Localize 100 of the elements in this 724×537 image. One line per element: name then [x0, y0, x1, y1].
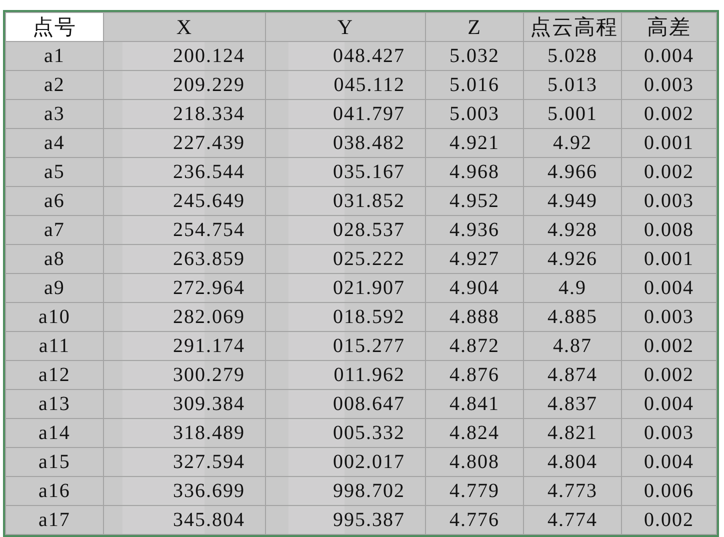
- table-cell: 4.821: [524, 418, 622, 448]
- table-cell: 0.008: [622, 216, 716, 244]
- table-cell: 4.841: [426, 390, 524, 418]
- table-cell: 5.013: [524, 70, 622, 100]
- table-cell: 4.928: [524, 216, 622, 244]
- table-cell: 0.003: [622, 70, 716, 100]
- table-cell: 0.002: [622, 360, 716, 390]
- table-cell: 4.9: [524, 274, 622, 302]
- table-cell: 4.921: [426, 128, 524, 158]
- table-cell: 035.167: [266, 158, 426, 186]
- table-cell: a17: [6, 506, 104, 534]
- table-cell: 0.002: [622, 332, 716, 360]
- table-cell: 4.872: [426, 332, 524, 360]
- table-cell: 4.837: [524, 390, 622, 418]
- table-cell: a12: [6, 360, 104, 390]
- table-cell: 4.927: [426, 244, 524, 274]
- table-cell: 021.907: [266, 274, 426, 302]
- table-cell: 0.003: [622, 418, 716, 448]
- table-cell: 015.277: [266, 332, 426, 360]
- table-cell: 4.874: [524, 360, 622, 390]
- column-header[interactable]: 点云高程: [524, 12, 622, 42]
- table-cell: 4.87: [524, 332, 622, 360]
- table-cell: 4.773: [524, 476, 622, 506]
- table-cell: 4.968: [426, 158, 524, 186]
- table-cell: 031.852: [266, 186, 426, 216]
- table-cell: 4.904: [426, 274, 524, 302]
- table-cell: a11: [6, 332, 104, 360]
- table-cell: 4.952: [426, 186, 524, 216]
- table-cell: 200.124: [104, 42, 266, 70]
- table-cell: 282.069: [104, 302, 266, 332]
- table-cell: 0.003: [622, 186, 716, 216]
- table-cell: 345.804: [104, 506, 266, 534]
- table-cell: 4.779: [426, 476, 524, 506]
- table-cell: a7: [6, 216, 104, 244]
- table-cell: a6: [6, 186, 104, 216]
- column-header[interactable]: 高差: [622, 12, 716, 42]
- table-cell: a9: [6, 274, 104, 302]
- table-cell: a16: [6, 476, 104, 506]
- table-cell: 336.699: [104, 476, 266, 506]
- table-cell: 4.808: [426, 448, 524, 476]
- table-cell: 0.001: [622, 128, 716, 158]
- table-cell: 4.888: [426, 302, 524, 332]
- table-cell: 995.387: [266, 506, 426, 534]
- table-cell: 0.001: [622, 244, 716, 274]
- table-cell: a1: [6, 42, 104, 70]
- table-cell: 245.649: [104, 186, 266, 216]
- table-cell: 5.032: [426, 42, 524, 70]
- table-cell: 227.439: [104, 128, 266, 158]
- table-cell: 4.876: [426, 360, 524, 390]
- table-cell: 998.702: [266, 476, 426, 506]
- table-cell: 236.544: [104, 158, 266, 186]
- table-cell: 0.004: [622, 42, 716, 70]
- table-cell: 4.885: [524, 302, 622, 332]
- table-cell: 025.222: [266, 244, 426, 274]
- table-cell: 263.859: [104, 244, 266, 274]
- table-cell: 011.962: [266, 360, 426, 390]
- table-cell: 254.754: [104, 216, 266, 244]
- table-cell: 002.017: [266, 448, 426, 476]
- table-cell: 4.776: [426, 506, 524, 534]
- table-cell: 028.537: [266, 216, 426, 244]
- table-cell: 018.592: [266, 302, 426, 332]
- table-cell: 309.384: [104, 390, 266, 418]
- table-cell: 045.112: [266, 70, 426, 100]
- table-cell: 0.006: [622, 476, 716, 506]
- table-cell: 0.003: [622, 302, 716, 332]
- table-cell: a14: [6, 418, 104, 448]
- table-cell: 5.001: [524, 100, 622, 128]
- table-cell: 4.804: [524, 448, 622, 476]
- table-cell: 4.824: [426, 418, 524, 448]
- table-cell: 0.002: [622, 100, 716, 128]
- table-cell: 0.002: [622, 506, 716, 534]
- table-cell: 5.003: [426, 100, 524, 128]
- table-cell: 209.229: [104, 70, 266, 100]
- table-cell: 218.334: [104, 100, 266, 128]
- table-cell: 4.92: [524, 128, 622, 158]
- table-cell: 0.004: [622, 390, 716, 418]
- table-cell: 0.002: [622, 158, 716, 186]
- table-cell: 0.004: [622, 448, 716, 476]
- table-cell: 5.028: [524, 42, 622, 70]
- table-cell: a3: [6, 100, 104, 128]
- column-header[interactable]: 点号: [6, 12, 104, 42]
- table-cell: a13: [6, 390, 104, 418]
- table-cell: 291.174: [104, 332, 266, 360]
- table-cell: 038.482: [266, 128, 426, 158]
- column-header[interactable]: Y: [266, 12, 426, 42]
- table-cell: a2: [6, 70, 104, 100]
- table-cell: 4.966: [524, 158, 622, 186]
- table-cell: a15: [6, 448, 104, 476]
- table-cell: 048.427: [266, 42, 426, 70]
- table-cell: a5: [6, 158, 104, 186]
- table-cell: 5.016: [426, 70, 524, 100]
- table-cell: a4: [6, 128, 104, 158]
- table-cell: 4.949: [524, 186, 622, 216]
- table-cell: a8: [6, 244, 104, 274]
- column-header[interactable]: Z: [426, 12, 524, 42]
- table-cell: 4.926: [524, 244, 622, 274]
- table-cell: 4.774: [524, 506, 622, 534]
- table-cell: 327.594: [104, 448, 266, 476]
- table-cell: 0.004: [622, 274, 716, 302]
- column-header[interactable]: X: [104, 12, 266, 42]
